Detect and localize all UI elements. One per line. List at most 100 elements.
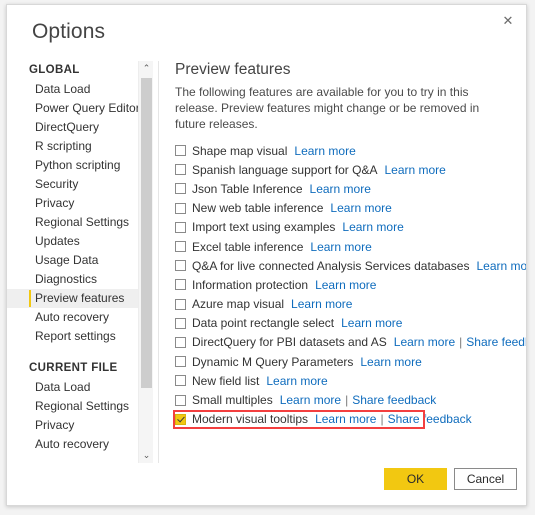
feature-label: Import text using examples <box>192 220 336 235</box>
feature-row: Shape map visual Learn more <box>175 141 520 160</box>
checkbox-json-table-inference[interactable] <box>175 183 186 195</box>
checkbox-excel-table-inference[interactable] <box>175 241 186 253</box>
share-feedback-link[interactable]: Share feedback <box>352 393 436 407</box>
learn-more-link[interactable]: Learn more <box>266 374 327 388</box>
page-title: Options <box>32 20 106 43</box>
feature-row: Import text using examples Learn more <box>175 218 520 237</box>
feature-label: Small multiples <box>192 393 273 408</box>
nav-group-header: GLOBAL <box>29 64 80 76</box>
learn-more-link[interactable]: Learn more <box>294 144 355 158</box>
sidebar-item-regional-settings[interactable]: Regional Settings <box>7 397 138 416</box>
learn-more-link[interactable]: Learn more <box>394 335 455 349</box>
feature-label: Information protection <box>192 277 309 292</box>
learn-more-link[interactable]: Learn more <box>310 182 371 196</box>
sidebar-item-usage-data[interactable]: Usage Data <box>7 251 138 270</box>
learn-more-link[interactable]: Learn more <box>341 316 402 330</box>
sidebar-item-data-load[interactable]: Data Load <box>7 378 138 397</box>
cancel-button[interactable]: Cancel <box>454 468 517 490</box>
learn-more-link[interactable]: Learn more <box>310 240 371 254</box>
learn-more-link[interactable]: Learn more <box>384 163 445 177</box>
checkbox-dynamic-m-query-parameters[interactable] <box>175 356 186 368</box>
section-title: Preview features <box>175 61 291 78</box>
learn-more-link[interactable]: Learn more <box>360 355 421 369</box>
sidebar-item-directquery[interactable]: DirectQuery <box>7 118 138 137</box>
checkbox-azure-map-visual[interactable] <box>175 298 186 310</box>
feature-label: Modern visual tooltips <box>192 412 309 427</box>
feature-row: Spanish language support for Q&A Learn mo… <box>175 160 520 179</box>
feature-label: Azure map visual <box>192 297 285 312</box>
feature-label: Spanish language support for Q&A <box>192 162 378 177</box>
sidebar-item-report-settings[interactable]: Report settings <box>7 327 138 346</box>
checkbox-information-protection[interactable] <box>175 279 186 291</box>
learn-more-link[interactable]: Learn more <box>280 393 341 407</box>
ok-button[interactable]: OK <box>384 468 447 490</box>
nav-group-spacer <box>7 346 138 359</box>
options-dialog: Options ✕ GLOBAL Data Load Power Query Edi… <box>6 4 527 506</box>
sidebar-item-diagnostics[interactable]: Diagnostics <box>7 270 138 289</box>
checkbox-q-a-for-live-connected-analysis-services-databases[interactable] <box>175 260 186 272</box>
sidebar-item-updates[interactable]: Updates <box>7 232 138 251</box>
options-sidebar: GLOBAL Data Load Power Query Editor DirectQ… <box>7 61 138 463</box>
sidebar-item-preview-features[interactable]: Preview features <box>7 289 138 308</box>
sidebar-item-auto-recovery[interactable]: Auto recovery <box>7 308 138 327</box>
feature-row: Json Table Inference Learn more <box>175 179 520 198</box>
checkbox-directquery-for-pbi-datasets-and-as[interactable] <box>175 336 186 348</box>
nav-group-header: CURRENT FILE <box>29 362 118 374</box>
close-icon[interactable]: ✕ <box>493 7 523 33</box>
learn-more-link[interactable]: Learn more <box>342 220 403 234</box>
sidebar-item-r-scripting[interactable]: R scripting <box>7 137 138 156</box>
feature-row: Information protection Learn more <box>175 275 520 294</box>
feature-row: Data point rectangle select Learn more <box>175 314 520 333</box>
sidebar-item-data-load[interactable]: Data Load <box>7 80 138 99</box>
sidebar-item-security[interactable]: Security <box>7 175 138 194</box>
checkbox-small-multiples[interactable] <box>175 394 186 406</box>
sidebar-item-regional-settings[interactable]: Regional Settings <box>7 213 138 232</box>
sidebar-item-power-query-editor[interactable]: Power Query Editor <box>7 99 138 118</box>
checkbox-new-web-table-inference[interactable] <box>175 202 186 214</box>
feature-row: Q&A for live connected Analysis Services… <box>175 256 526 275</box>
sidebar-item-python-scripting[interactable]: Python scripting <box>7 156 138 175</box>
feature-label: Q&A for live connected Analysis Services… <box>192 258 470 273</box>
feature-label: New web table inference <box>192 201 324 216</box>
feature-row: DirectQuery for PBI datasets and AS Learn… <box>175 333 526 352</box>
sidebar-item-auto-recovery[interactable]: Auto recovery <box>7 435 138 454</box>
share-feedback-link[interactable]: Share feedback <box>466 335 526 349</box>
learn-more-link[interactable]: Learn more <box>315 412 376 426</box>
feature-row: Excel table inference Learn more <box>175 237 520 256</box>
sidebar-item-privacy[interactable]: Privacy <box>7 416 138 435</box>
section-description: The following features are available for… <box>175 85 480 131</box>
feature-row: Modern visual tooltips Learn more | Share f… <box>175 410 520 429</box>
feature-row: Azure map visual Learn more <box>175 295 520 314</box>
sidebar-item-privacy[interactable]: Privacy <box>7 194 138 213</box>
feature-label: Excel table inference <box>192 239 304 254</box>
feature-row: New field list Learn more <box>175 371 520 390</box>
link-separator: | <box>459 335 463 350</box>
feature-row: Dynamic M Query Parameters Learn more <box>175 352 520 371</box>
checkbox-new-field-list[interactable] <box>175 375 186 387</box>
panel-divider <box>158 61 159 463</box>
learn-more-link[interactable]: Learn more <box>291 297 352 311</box>
feature-label: Json Table Inference <box>192 181 303 196</box>
share-feedback-link[interactable]: Share feedback <box>388 412 472 426</box>
checkbox-modern-visual-tooltips[interactable] <box>175 413 186 425</box>
checkbox-data-point-rectangle-select[interactable] <box>175 317 186 329</box>
chevron-up-icon[interactable]: ⌃ <box>139 61 154 76</box>
learn-more-link[interactable]: Learn more <box>315 278 376 292</box>
sidebar-scrollbar-thumb[interactable] <box>141 78 152 388</box>
feature-label: DirectQuery for PBI datasets and AS <box>192 335 387 350</box>
learn-more-link[interactable]: Learn more <box>476 259 526 273</box>
dialog-footer: OK Cancel <box>7 461 526 505</box>
link-separator: | <box>380 412 384 427</box>
preview-features-panel: Preview features The following features … <box>173 61 526 430</box>
checkbox-shape-map-visual[interactable] <box>175 145 186 157</box>
learn-more-link[interactable]: Learn more <box>330 201 391 215</box>
sidebar-scrollbar[interactable]: ⌃ ⌄ <box>138 61 153 463</box>
link-separator: | <box>345 393 349 408</box>
feature-list: Shape map visual Learn more Spanish langua… <box>173 141 526 430</box>
feature-label: New field list <box>192 373 260 388</box>
feature-label: Dynamic M Query Parameters <box>192 354 354 369</box>
checkbox-spanish-language-support-for-q-a[interactable] <box>175 164 186 176</box>
checkbox-import-text-using-examples[interactable] <box>175 221 186 233</box>
feature-row: New web table inference Learn more <box>175 199 520 218</box>
feature-label: Data point rectangle select <box>192 316 335 331</box>
